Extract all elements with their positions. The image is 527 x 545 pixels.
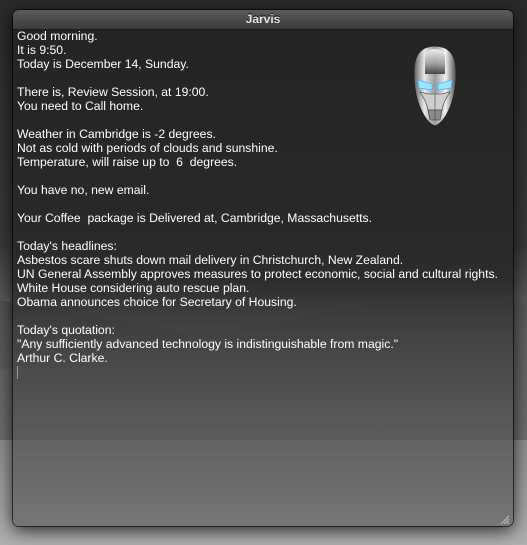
window-title: Jarvis xyxy=(245,12,281,26)
window-titlebar[interactable]: Jarvis xyxy=(13,10,513,30)
weather-line: Temperature, will raise up to 6 degrees. xyxy=(17,155,238,169)
weather-line: Weather in Cambridge is -2 degrees. xyxy=(17,127,216,141)
iron-man-helmet-icon xyxy=(410,44,460,128)
headlines-heading: Today's headlines: xyxy=(17,239,117,253)
weather-line: Not as cold with periods of clouds and s… xyxy=(17,141,278,155)
email-text: You have no, new email. xyxy=(17,183,150,197)
text-cursor xyxy=(17,366,18,379)
headline-item: Asbestos scare shuts down mail delivery … xyxy=(17,253,404,267)
quotation-author: Arthur C. Clarke. xyxy=(17,351,108,365)
headline-item: White House considering auto rescue plan… xyxy=(17,281,250,295)
greeting-text: Good morning. xyxy=(17,29,98,43)
headline-item: Obama announces choice for Secretary of … xyxy=(17,295,297,309)
resize-grip-icon[interactable] xyxy=(499,512,510,525)
package-text: Your Coffee package is Delivered at, Cam… xyxy=(17,211,372,225)
quotation-text: "Any sufficiently advanced technology is… xyxy=(17,337,399,351)
desktop-background: Jarvis Good morning. It is 9:50. Today i… xyxy=(0,0,527,545)
headline-item: UN General Assembly approves measures to… xyxy=(17,267,498,281)
jarvis-window[interactable]: Jarvis Good morning. It is 9:50. Today i… xyxy=(13,10,513,526)
quotation-heading: Today's quotation: xyxy=(17,323,115,337)
